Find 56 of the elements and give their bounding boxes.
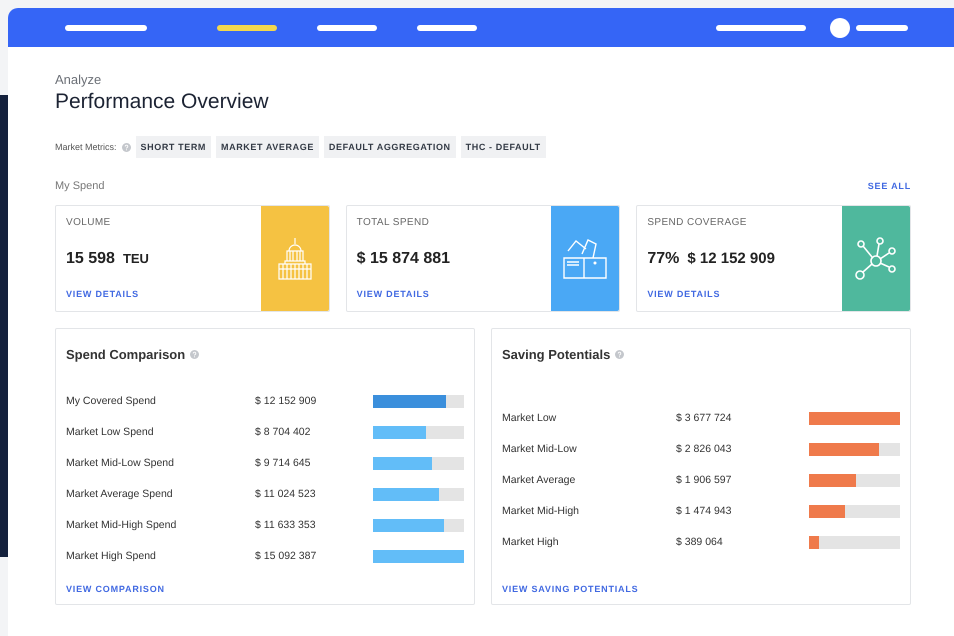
card-value: $ 15 874 881 bbox=[356, 250, 450, 268]
row-label: Market Low Spend bbox=[66, 426, 155, 438]
nav-item[interactable] bbox=[317, 24, 377, 30]
market-metrics-label: Market Metrics: bbox=[55, 142, 117, 152]
metric-chip[interactable]: THC - DEFAULT bbox=[460, 136, 546, 158]
row-amount: $ 11 633 353 bbox=[255, 519, 317, 531]
card-label: TOTAL SPEND bbox=[356, 217, 430, 228]
card-unit: TEU bbox=[122, 250, 149, 266]
panel-link[interactable]: VIEW SAVING POTENTIALS bbox=[502, 584, 900, 594]
card-label: SPEND COVERAGE bbox=[647, 217, 748, 228]
nav-item[interactable] bbox=[217, 24, 277, 30]
breadcrumb[interactable]: Analyze bbox=[55, 72, 911, 87]
avatar-icon[interactable] bbox=[830, 18, 850, 38]
panel-link[interactable]: VIEW COMPARISON bbox=[66, 584, 464, 594]
section-title: My Spend bbox=[55, 180, 105, 192]
see-all-link[interactable]: SEE ALL bbox=[868, 181, 911, 191]
metric-chip[interactable]: MARKET AVERAGE bbox=[216, 136, 319, 158]
row-amount: $ 2 826 043 bbox=[676, 443, 732, 455]
metric-chip[interactable]: DEFAULT AGGREGATION bbox=[324, 136, 456, 158]
user-name-placeholder bbox=[856, 24, 908, 30]
nav-item[interactable] bbox=[417, 24, 477, 30]
panel-title: Spend Comparison bbox=[66, 347, 186, 362]
row-amount: $ 1 474 943 bbox=[676, 505, 732, 517]
row-label: Market High Spend bbox=[66, 550, 157, 562]
row-amount: $ 9 714 645 bbox=[255, 457, 312, 469]
card-label: VOLUME bbox=[66, 217, 112, 228]
row-label: Market Mid-High Spend bbox=[66, 519, 178, 531]
row-amount: $ 15 092 387 bbox=[255, 550, 318, 562]
row-label: Market Mid-Low Spend bbox=[66, 457, 175, 469]
row-amount: $ 12 152 909 bbox=[255, 395, 318, 407]
row-label: My Covered Spend bbox=[66, 395, 157, 407]
view-details-link[interactable]: VIEW DETAILS bbox=[356, 289, 542, 299]
nav-item[interactable] bbox=[65, 24, 147, 30]
view-details-link[interactable]: VIEW DETAILS bbox=[66, 289, 251, 299]
row-label: Market Average bbox=[502, 474, 576, 486]
row-amount: $ 11 024 523 bbox=[255, 488, 317, 500]
view-details-link[interactable]: VIEW DETAILS bbox=[647, 289, 832, 299]
row-amount: $ 1 906 597 bbox=[676, 474, 732, 486]
card-value: 77% bbox=[647, 250, 680, 268]
metric-chip[interactable]: SHORT TERM bbox=[136, 136, 212, 158]
wallet-icon bbox=[562, 238, 608, 280]
row-label: Market Low bbox=[502, 412, 558, 424]
page-title: Performance Overview bbox=[55, 90, 270, 114]
row-label: Market Mid-High bbox=[502, 505, 580, 517]
nav-placeholder[interactable] bbox=[716, 24, 806, 30]
row-label: Market Mid-Low bbox=[502, 443, 578, 455]
card-value: 15 598 bbox=[66, 250, 115, 268]
row-label: Market High bbox=[502, 536, 560, 548]
row-amount: $ 8 704 402 bbox=[255, 426, 312, 438]
row-label: Market Average Spend bbox=[66, 488, 174, 500]
row-amount: $ 389 064 bbox=[676, 536, 724, 548]
building-icon bbox=[278, 236, 312, 280]
network-icon bbox=[854, 236, 898, 280]
card-unit: $ 12 152 909 bbox=[687, 250, 775, 266]
panel-title: Saving Potentials bbox=[502, 347, 610, 362]
row-amount: $ 3 677 724 bbox=[676, 412, 732, 424]
